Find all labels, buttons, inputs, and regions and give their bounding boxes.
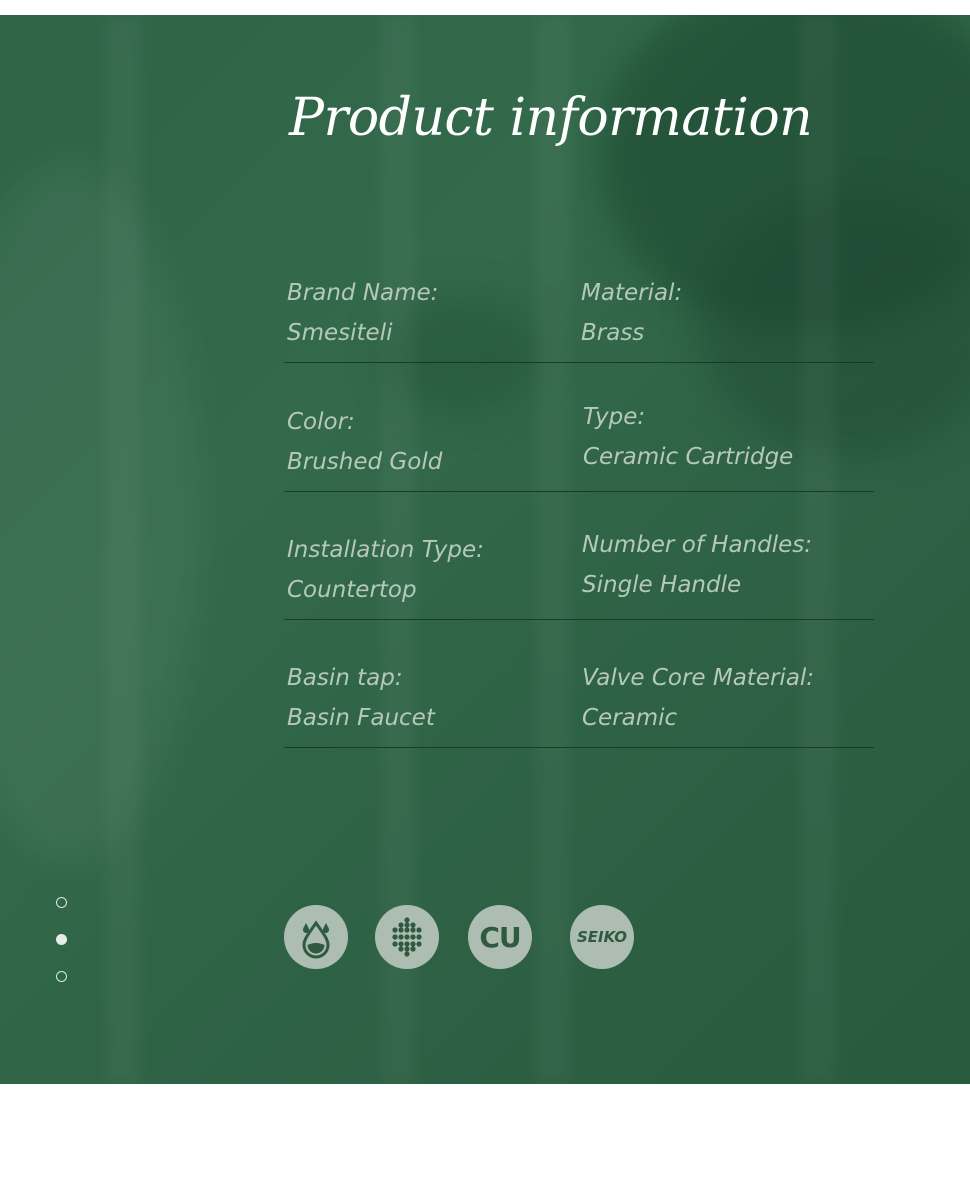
spec-brand-name: Brand Name: Smesiteli <box>287 273 438 353</box>
spec-value: Basin Faucet <box>287 705 435 731</box>
spec-value: Brass <box>581 320 645 346</box>
spec-value: Brushed Gold <box>287 449 443 475</box>
copper-badge: CU <box>468 905 532 969</box>
carousel-dot[interactable] <box>56 897 67 908</box>
spec-label: Number of Handles: <box>582 532 813 558</box>
copper-icon: CU <box>479 920 521 954</box>
spec-value: Ceramic Cartridge <box>583 444 794 470</box>
light-glow <box>0 165 200 865</box>
page-title: Product information <box>289 88 813 148</box>
seiko-icon: SEIKO <box>576 928 628 946</box>
honeycomb-dots-icon <box>392 917 422 957</box>
spec-value: Smesiteli <box>287 320 393 346</box>
spec-label: Type: <box>583 404 646 430</box>
water-drop-icon <box>302 920 330 959</box>
water-drop-badge <box>284 905 348 969</box>
spec-type: Type: Ceramic Cartridge <box>583 397 793 477</box>
spec-value: Ceramic <box>582 705 678 731</box>
spec-label: Basin tap: <box>287 665 403 691</box>
spec-value: Countertop <box>287 577 417 603</box>
honeycomb-badge <box>375 905 439 969</box>
spec-label: Valve Core Material: <box>582 665 815 691</box>
spec-number-of-handles: Number of Handles: Single Handle <box>582 525 812 605</box>
spec-valve-core-material: Valve Core Material: Ceramic <box>582 658 814 738</box>
spec-value: Single Handle <box>582 572 742 598</box>
background-stripe <box>105 15 141 1084</box>
spec-label: Color: <box>287 409 355 435</box>
spec-label: Material: <box>581 280 683 306</box>
spec-material: Material: Brass <box>581 273 682 353</box>
seiko-badge: SEIKO <box>570 905 634 969</box>
spec-label: Installation Type: <box>287 537 484 563</box>
spec-label: Brand Name: <box>287 280 439 306</box>
carousel-dot[interactable] <box>56 971 67 982</box>
spec-basin-tap: Basin tap: Basin Faucet <box>287 658 435 738</box>
carousel-dot-active[interactable] <box>56 934 67 945</box>
spec-color: Color: Brushed Gold <box>287 402 442 482</box>
spec-installation-type: Installation Type: Countertop <box>287 530 484 610</box>
